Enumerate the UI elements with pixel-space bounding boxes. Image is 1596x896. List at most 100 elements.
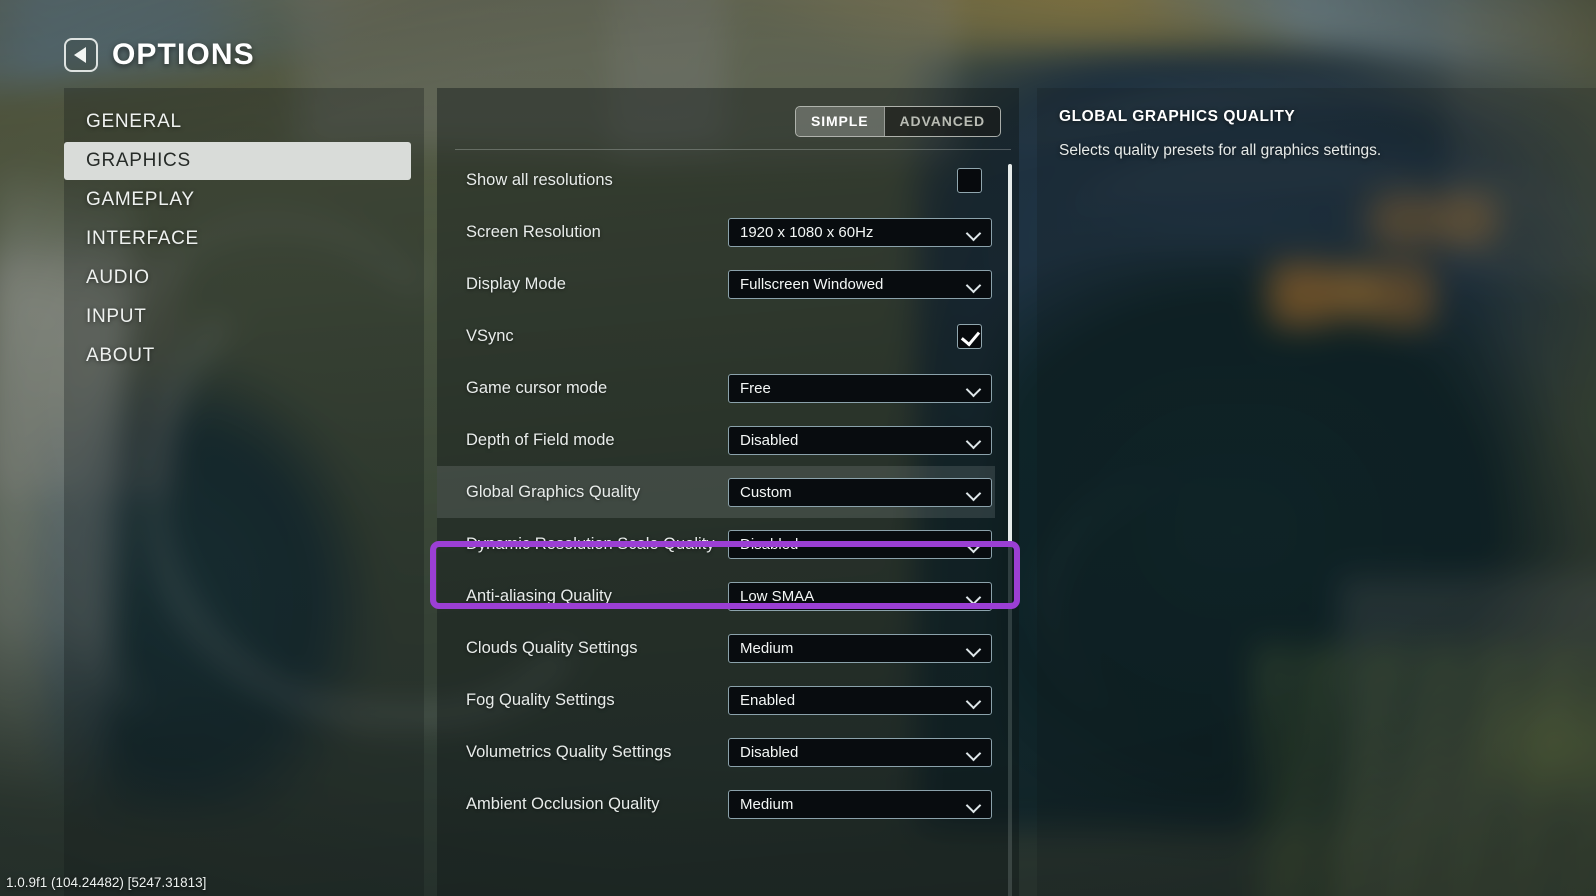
- back-button[interactable]: [64, 38, 98, 72]
- chevron-down-icon: [967, 748, 982, 757]
- checkbox-vsync[interactable]: [957, 324, 982, 349]
- settings-rows-container: Show all resolutions Screen Resolution 192…: [437, 154, 1019, 896]
- setting-row-screen-resolution: Screen Resolution 1920 x 1080 x 60Hz: [437, 206, 995, 258]
- setting-row-show-all-resolutions: Show all resolutions: [437, 154, 995, 206]
- chevron-down-icon: [967, 436, 982, 445]
- control-wrapper: Enabled: [728, 686, 995, 715]
- dropdown-display-mode[interactable]: Fullscreen Windowed: [728, 270, 992, 299]
- chevron-down-icon: [967, 488, 982, 497]
- sidebar-item-label: INTERFACE: [86, 228, 199, 250]
- sidebar-item-about[interactable]: ABOUT: [64, 337, 424, 375]
- dropdown-fog-quality-settings[interactable]: Enabled: [728, 686, 992, 715]
- version-text: 1.0.9f1 (104.24482) [5247.31813]: [6, 875, 206, 890]
- page-title: OPTIONS: [112, 38, 255, 72]
- setting-label: Clouds Quality Settings: [466, 639, 728, 658]
- setting-label: VSync: [466, 327, 728, 346]
- setting-label: Ambient Occlusion Quality: [466, 795, 728, 814]
- control-wrapper: Fullscreen Windowed: [728, 270, 995, 299]
- dropdown-value: Disabled: [740, 536, 798, 553]
- checkbox-show-all-resolutions[interactable]: [957, 168, 982, 193]
- setting-row-depth-of-field-mode: Depth of Field mode Disabled: [437, 414, 995, 466]
- control-wrapper: Disabled: [728, 530, 995, 559]
- dropdown-value: Disabled: [740, 432, 798, 449]
- info-panel-description: Selects quality presets for all graphics…: [1059, 141, 1570, 162]
- setting-row-ambient-occlusion-quality: Ambient Occlusion Quality Medium: [437, 778, 995, 830]
- dropdown-volumetrics-quality-settings[interactable]: Disabled: [728, 738, 992, 767]
- tab-advanced[interactable]: ADVANCED: [884, 107, 1001, 136]
- setting-label: Show all resolutions: [466, 171, 728, 190]
- setting-row-anti-aliasing-quality: Anti-aliasing Quality Low SMAA: [437, 570, 995, 622]
- chevron-down-icon: [967, 592, 982, 601]
- setting-row-display-mode: Display Mode Fullscreen Windowed: [437, 258, 995, 310]
- chevron-down-icon: [967, 540, 982, 549]
- setting-row-dynamic-resolution-scale-quality: Dynamic Resolution Scale QualityDisabled: [437, 518, 995, 570]
- dropdown-game-cursor-mode[interactable]: Free: [728, 374, 992, 403]
- control-wrapper: Medium: [728, 790, 995, 819]
- control-wrapper: Custom: [728, 478, 995, 507]
- sidebar-item-label: INPUT: [86, 306, 147, 328]
- options-header: OPTIONS: [64, 38, 255, 72]
- setting-label: Screen Resolution: [466, 223, 728, 242]
- dropdown-anti-aliasing-quality[interactable]: Low SMAA: [728, 582, 992, 611]
- dropdown-depth-of-field-mode[interactable]: Disabled: [728, 426, 992, 455]
- tab-simple[interactable]: SIMPLE: [796, 107, 884, 136]
- setting-label: Fog Quality Settings: [466, 691, 728, 710]
- setting-label: Game cursor mode: [466, 379, 728, 398]
- setting-row-global-graphics-quality: Global Graphics QualityCustom: [437, 466, 995, 518]
- sidebar-item-label: GAMEPLAY: [86, 189, 195, 211]
- info-panel-title: GLOBAL GRAPHICS QUALITY: [1059, 108, 1570, 126]
- dropdown-clouds-quality-settings[interactable]: Medium: [728, 634, 992, 663]
- chevron-down-icon: [967, 800, 982, 809]
- options-sidebar: GENERAL GRAPHICS GAMEPLAY INTERFACE AUDIO INP…: [64, 88, 424, 896]
- dropdown-value: Low SMAA: [740, 588, 814, 605]
- sidebar-item-audio[interactable]: AUDIO: [64, 259, 424, 297]
- control-wrapper: Medium: [728, 634, 995, 663]
- sidebar-item-label: ABOUT: [86, 345, 155, 367]
- dropdown-value: Fullscreen Windowed: [740, 276, 883, 293]
- tabbar-divider: [455, 149, 1011, 150]
- sidebar-item-label: GENERAL: [86, 111, 182, 133]
- dropdown-value: Disabled: [740, 744, 798, 761]
- sidebar-item-graphics[interactable]: GRAPHICS: [64, 142, 411, 180]
- control-wrapper: Free: [728, 374, 995, 403]
- sidebar-item-gameplay[interactable]: GAMEPLAY: [64, 181, 424, 219]
- sidebar-item-label: AUDIO: [86, 267, 150, 289]
- dropdown-value: Medium: [740, 796, 793, 813]
- control-wrapper: Low SMAA: [728, 582, 995, 611]
- setting-row-volumetrics-quality-settings: Volumetrics Quality Settings Disabled: [437, 726, 995, 778]
- dropdown-value: Free: [740, 380, 771, 397]
- mode-tabbar: SIMPLEADVANCED: [795, 106, 1001, 137]
- chevron-down-icon: [967, 228, 982, 237]
- info-panel: GLOBAL GRAPHICS QUALITY Selects quality …: [1037, 88, 1596, 896]
- setting-row-clouds-quality-settings: Clouds Quality Settings Medium: [437, 622, 995, 674]
- sidebar-item-input[interactable]: INPUT: [64, 298, 424, 336]
- setting-label: Display Mode: [466, 275, 728, 294]
- dropdown-dynamic-resolution-scale-quality[interactable]: Disabled: [728, 530, 992, 559]
- sidebar-item-general[interactable]: GENERAL: [64, 103, 424, 141]
- control-wrapper: Disabled: [728, 738, 995, 767]
- setting-label: Depth of Field mode: [466, 431, 728, 450]
- setting-row-game-cursor-mode: Game cursor mode Free: [437, 362, 995, 414]
- setting-row-fog-quality-settings: Fog Quality Settings Enabled: [437, 674, 995, 726]
- dropdown-value: Enabled: [740, 692, 795, 709]
- version-bar: 1.0.9f1 (104.24482) [5247.31813]: [0, 868, 1596, 896]
- sidebar-item-interface[interactable]: INTERFACE: [64, 220, 424, 258]
- dropdown-global-graphics-quality[interactable]: Custom: [728, 478, 992, 507]
- back-arrow-icon: [74, 47, 86, 63]
- setting-row-vsync: VSync: [437, 310, 995, 362]
- dropdown-value: 1920 x 1080 x 60Hz: [740, 224, 873, 241]
- control-wrapper: Disabled: [728, 426, 995, 455]
- chevron-down-icon: [967, 384, 982, 393]
- chevron-down-icon: [967, 644, 982, 653]
- setting-label: Global Graphics Quality: [466, 483, 728, 502]
- dropdown-value: Medium: [740, 640, 793, 657]
- setting-label: Volumetrics Quality Settings: [466, 743, 728, 762]
- dropdown-ambient-occlusion-quality[interactable]: Medium: [728, 790, 992, 819]
- chevron-down-icon: [967, 696, 982, 705]
- setting-label: Anti-aliasing Quality: [466, 587, 728, 606]
- control-wrapper: 1920 x 1080 x 60Hz: [728, 218, 995, 247]
- sidebar-item-label: GRAPHICS: [86, 150, 191, 172]
- chevron-down-icon: [967, 280, 982, 289]
- settings-scrollbar-thumb[interactable]: [1008, 164, 1012, 546]
- dropdown-screen-resolution[interactable]: 1920 x 1080 x 60Hz: [728, 218, 992, 247]
